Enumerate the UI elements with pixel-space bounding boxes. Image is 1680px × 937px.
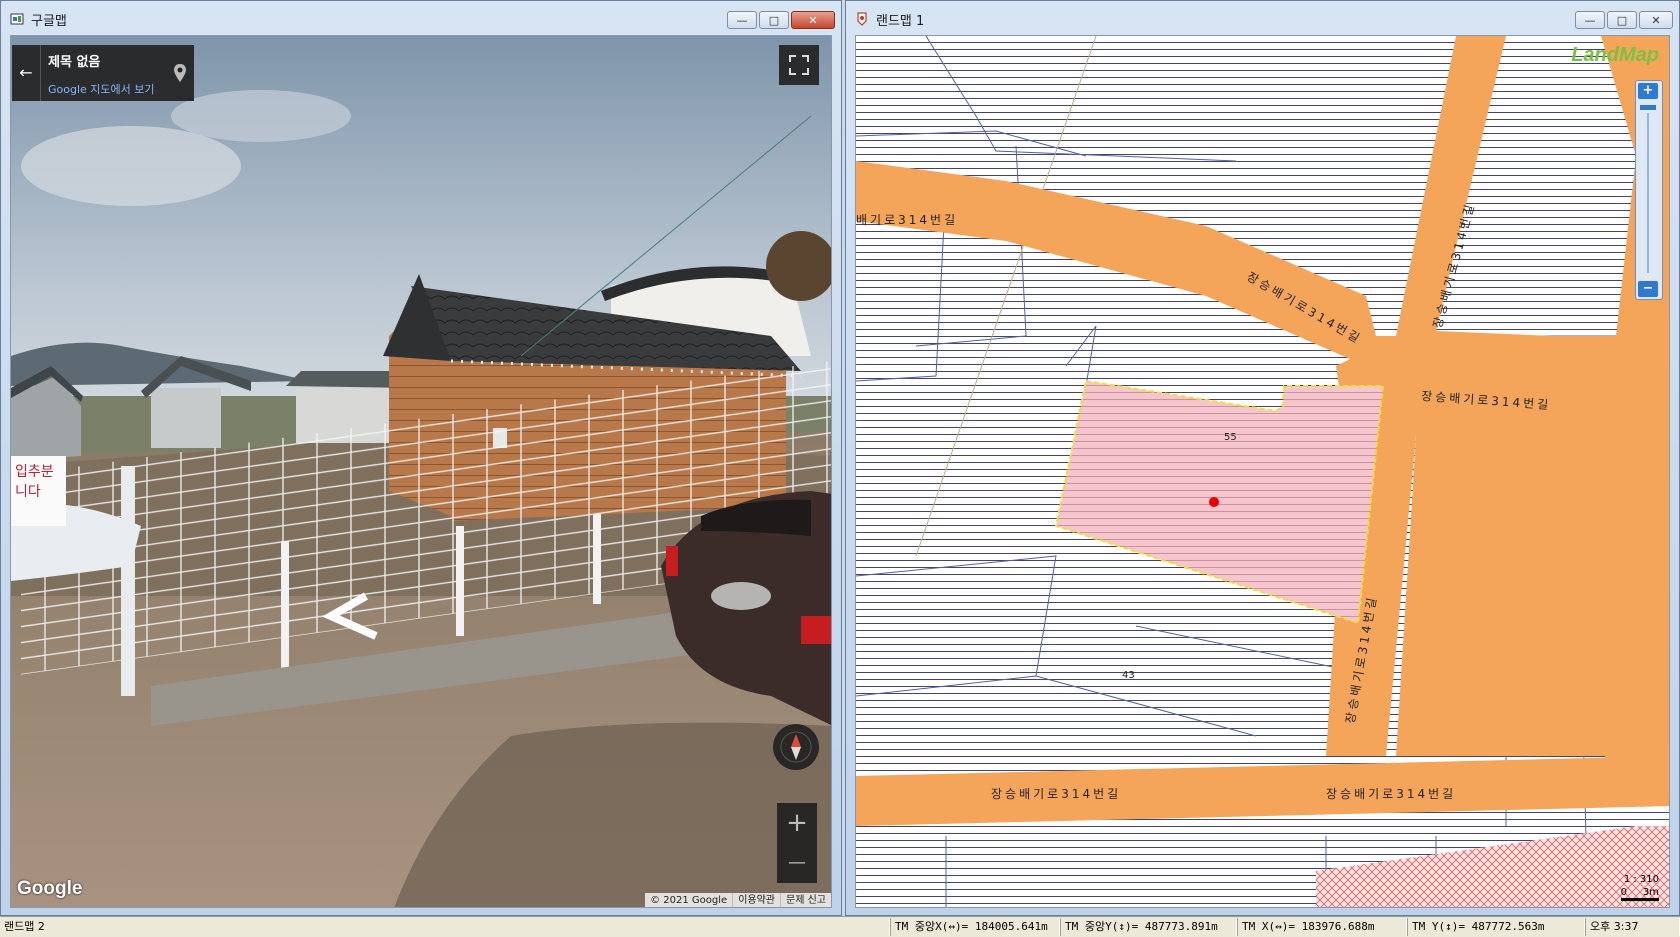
fullscreen-icon	[789, 55, 809, 75]
maximize-button[interactable]: □	[1607, 11, 1637, 29]
tm-center-y: TM 중앙Y(↕)= 487773.891m	[1060, 918, 1237, 936]
map-zoom-in-button[interactable]: +	[1638, 83, 1658, 99]
title-bar[interactable]: 랜드맵 1 — □ ✕	[846, 1, 1679, 35]
minimize-button[interactable]: —	[727, 11, 757, 29]
zoom-thumb[interactable]	[1640, 105, 1656, 110]
close-button[interactable]: ✕	[791, 11, 835, 29]
fullscreen-button[interactable]	[779, 45, 819, 85]
banner-text: 입추분	[15, 464, 54, 480]
back-arrow-icon[interactable]: ←	[12, 45, 41, 101]
zoom-out-button[interactable]: —	[777, 843, 817, 883]
map-scale: 1 : 310 0 3m	[1620, 874, 1659, 901]
landmap-app-icon	[857, 12, 867, 26]
copyright-text: © 2021 Google	[650, 895, 728, 906]
terms-link[interactable]: 이용약관	[732, 893, 780, 907]
clock: 오후 3:37	[1585, 918, 1680, 936]
map-pin-icon	[174, 64, 186, 82]
tm-y: TM Y(↕)= 487772.563m	[1407, 918, 1585, 936]
zoom-track[interactable]	[1647, 113, 1649, 273]
compass-button[interactable]	[773, 724, 819, 770]
tm-center-x: TM 중앙X(↔)= 184005.641m	[890, 918, 1060, 936]
status-app-name: 랜드맵 2	[0, 918, 890, 936]
zoom-slider[interactable]: + −	[1635, 80, 1663, 300]
parcel-label: 55	[1224, 432, 1237, 443]
street-view-image: 입추분 니다	[11, 36, 831, 907]
title-bar[interactable]: 구글맵 — □ ✕	[1, 1, 841, 35]
window-title: 구글맵	[31, 14, 67, 29]
report-problem-link[interactable]: 문제 신고	[780, 893, 831, 907]
app-icon	[10, 13, 24, 25]
cadastral-map[interactable]: 배기로314번길 장승배기로314번길 장승배기로314번길 장승배기로314번…	[855, 35, 1670, 908]
close-button[interactable]: ✕	[1639, 11, 1673, 29]
open-in-google-maps-link[interactable]: Google 지도에서 보기	[48, 81, 155, 97]
parcel-label: 43	[1122, 670, 1135, 681]
place-title: 제목 없음	[48, 55, 101, 70]
landmap-window[interactable]: 랜드맵 1 — □ ✕ 배기로314번길 장승배기로314번길 장승배기로314…	[845, 0, 1680, 916]
map-footer: © 2021 Google 이용약관 문제 신고	[645, 893, 831, 907]
road-label: 장승배기로314번길	[991, 787, 1121, 801]
minimize-button[interactable]: —	[1575, 11, 1605, 29]
map-zoom-out-button[interactable]: −	[1638, 281, 1658, 297]
map-canvas[interactable]: 배기로314번길 장승배기로314번길 장승배기로314번길 장승배기로314번…	[856, 36, 1670, 908]
compass-icon	[780, 731, 812, 763]
street-view-panorama[interactable]: 입추분 니다 ← 제목 없음 Google 지도에서 보기 + — Google…	[10, 35, 832, 908]
road-label: 장승배기로314번길	[1326, 787, 1456, 801]
svg-text:니다: 니다	[15, 484, 41, 500]
place-card: ← 제목 없음 Google 지도에서 보기	[12, 45, 194, 101]
google-logo: Google	[17, 878, 83, 899]
maximize-button[interactable]: □	[759, 11, 789, 29]
zoom-in-button[interactable]: +	[777, 803, 817, 843]
status-bar: 랜드맵 2 TM 중앙X(↔)= 184005.641m TM 중앙Y(↕)= …	[0, 916, 1680, 937]
location-marker-icon	[1209, 497, 1219, 507]
road-label: 배기로314번길	[856, 213, 958, 227]
scale-bar: 0 3m	[1620, 887, 1659, 901]
google-map-window[interactable]: 구글맵 — □ ✕ 입추분 니다 ← 제목 없음 Google 지도에서 보기 …	[0, 0, 842, 916]
landmap-logo: LandMap	[1571, 44, 1659, 66]
window-title: 랜드맵 1	[876, 14, 925, 29]
tm-x: TM X(↔)= 183976.688m	[1237, 918, 1407, 936]
scale-ratio: 1 : 310	[1623, 874, 1659, 885]
